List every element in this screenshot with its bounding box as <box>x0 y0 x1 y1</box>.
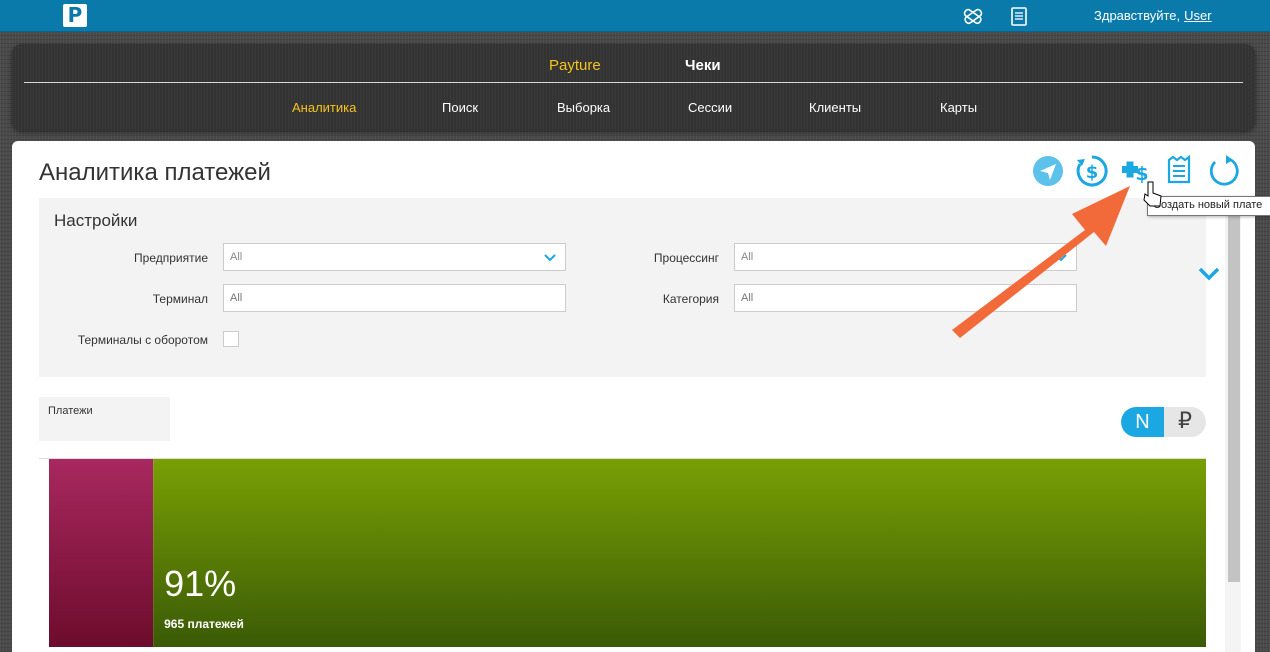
annotation-arrow <box>952 181 1162 338</box>
hand-cursor-icon <box>1143 181 1162 207</box>
